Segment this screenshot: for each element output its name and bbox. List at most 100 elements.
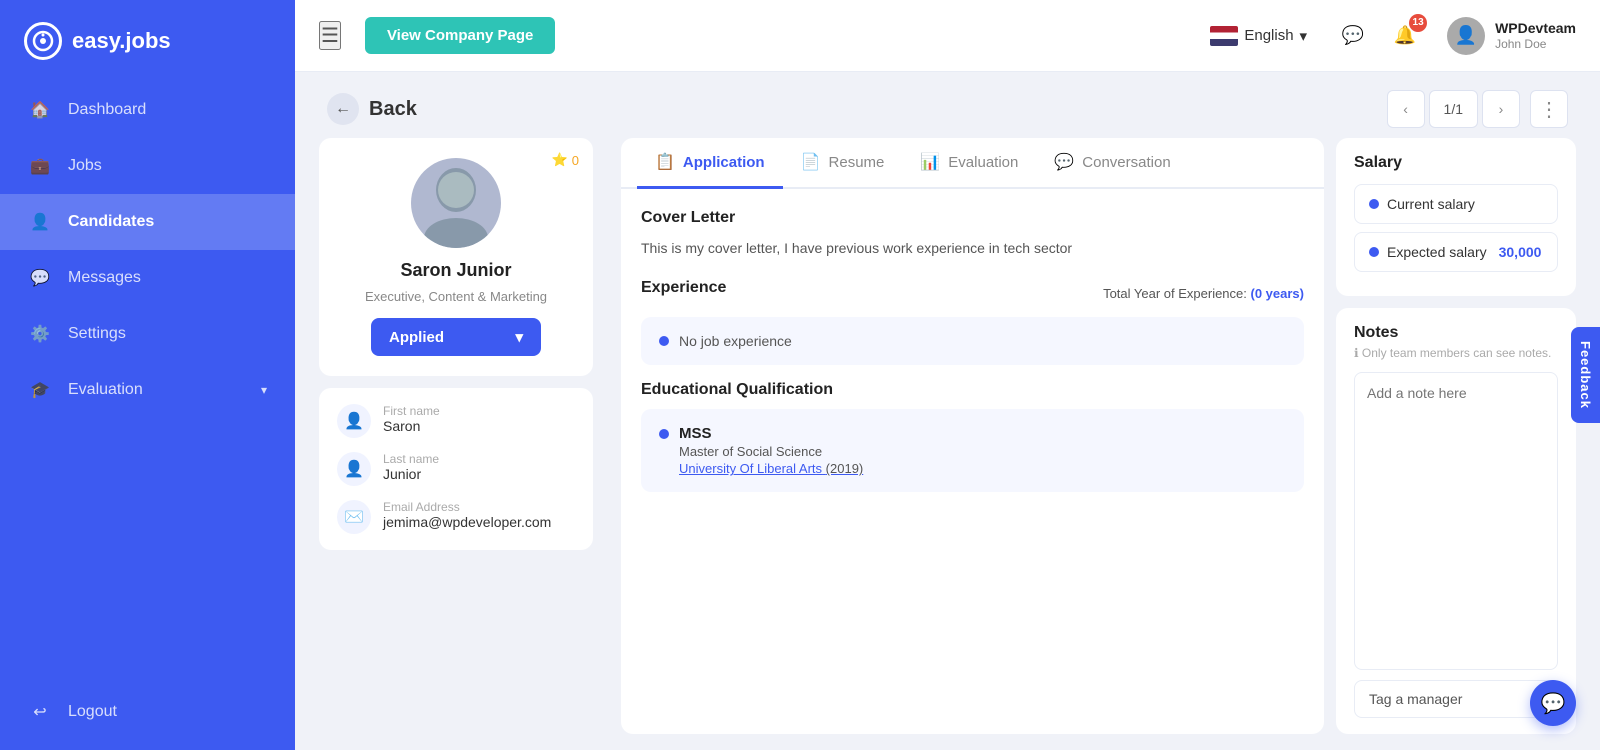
middle-panel: 📋 Application 📄 Resume 📊 Evaluation 💬 Co… (621, 138, 1324, 734)
cover-letter-title: Cover Letter (641, 209, 1304, 227)
conversation-tab-icon: 💬 (1054, 152, 1074, 172)
cover-letter-text: This is my cover letter, I have previous… (641, 237, 1304, 259)
tag-manager-row[interactable]: Tag a manager ▾ (1354, 680, 1558, 718)
tab-resume[interactable]: 📄 Resume (783, 138, 903, 189)
person-icon: 👤 (337, 404, 371, 438)
hamburger-menu-button[interactable]: ☰ (319, 21, 341, 50)
logout-label: Logout (68, 703, 117, 721)
experience-total: Total Year of Experience: (0 years) (1103, 286, 1304, 301)
chat-fab-button[interactable]: 💬 (1530, 680, 1576, 726)
right-panel: Salary Current salary Expected salary 30… (1336, 138, 1576, 734)
sidebar-label-dashboard: Dashboard (68, 101, 146, 119)
edu-year: (2019) (826, 461, 864, 476)
chat-icon: 💬 (1342, 25, 1364, 46)
flag-icon (1210, 26, 1238, 46)
notification-badge: 13 (1409, 14, 1427, 32)
salary-card: Salary Current salary Expected salary 30… (1336, 138, 1576, 296)
sidebar-label-evaluation: Evaluation (68, 381, 143, 399)
salary-title: Salary (1354, 154, 1558, 172)
logout-button[interactable]: ↩ Logout (0, 684, 295, 740)
application-tab-icon: 📋 (655, 152, 675, 172)
pagination-controls: ‹ 1/1 › ⋮ (1387, 90, 1568, 128)
experience-header: Experience Total Year of Experience: (0 … (641, 279, 1304, 307)
experience-dot (659, 336, 669, 346)
user-team: WPDevteam (1495, 19, 1576, 37)
sidebar-label-candidates: Candidates (68, 213, 154, 231)
sidebar-item-settings[interactable]: ⚙️ Settings (0, 306, 295, 362)
sidebar-item-messages[interactable]: 💬 Messages (0, 250, 295, 306)
body-row: ⭐ 0 Saron Junior Executive, Content & Ma… (295, 138, 1600, 750)
tab-evaluation-label: Evaluation (948, 154, 1018, 171)
university-link[interactable]: University Of Liberal Arts (2019) (679, 461, 863, 476)
sidebar-item-evaluation[interactable]: 🎓 Evaluation ▾ (0, 362, 295, 418)
education-box: MSS Master of Social Science University … (641, 409, 1304, 492)
tab-application[interactable]: 📋 Application (637, 138, 783, 189)
candidate-title: Executive, Content & Marketing (365, 289, 547, 304)
experience-title: Experience (641, 279, 726, 297)
star-icon: ⭐ (552, 152, 568, 168)
status-dropdown[interactable]: Applied ▾ (371, 318, 541, 356)
education-dot (659, 429, 669, 439)
language-selector[interactable]: English ▾ (1210, 26, 1307, 46)
notes-subtitle: ℹ Only team members can see notes. (1354, 346, 1558, 360)
back-button[interactable]: ← Back (327, 93, 417, 125)
logo-icon (24, 22, 62, 60)
more-options-button[interactable]: ⋮ (1530, 90, 1568, 128)
evaluation-chevron: ▾ (261, 383, 267, 397)
sidebar-item-dashboard[interactable]: 🏠 Dashboard (0, 82, 295, 138)
last-name-row: 👤 Last name Junior (337, 452, 575, 486)
notes-textarea[interactable] (1354, 372, 1558, 670)
email-label: Email Address (383, 500, 551, 514)
tag-manager-label: Tag a manager (1369, 691, 1462, 707)
first-name-info: First name Saron (383, 404, 440, 434)
star-rating[interactable]: ⭐ 0 (552, 152, 579, 168)
tabs-bar: 📋 Application 📄 Resume 📊 Evaluation 💬 Co… (621, 138, 1324, 189)
current-salary-label: Current salary (1387, 196, 1475, 212)
degree-short: MSS (679, 425, 863, 442)
topbar-icons: 💬 🔔 13 (1335, 18, 1423, 54)
next-page-button[interactable]: › (1482, 90, 1520, 128)
app-logo: easy.jobs (0, 0, 295, 82)
status-chevron-icon: ▾ (515, 328, 523, 346)
info-circle-icon: ℹ (1354, 346, 1362, 360)
tab-evaluation[interactable]: 📊 Evaluation (902, 138, 1036, 189)
candidate-info-card: 👤 First name Saron 👤 Last name Junior (319, 388, 593, 550)
evaluation-icon: 🎓 (28, 378, 52, 402)
email-icon: ✉️ (337, 500, 371, 534)
prev-page-button[interactable]: ‹ (1387, 90, 1425, 128)
candidates-icon: 👤 (28, 210, 52, 234)
education-title: Educational Qualification (641, 381, 1304, 399)
sidebar-label-jobs: Jobs (68, 157, 102, 175)
resume-tab-icon: 📄 (801, 152, 821, 172)
page-count: 1/1 (1429, 90, 1478, 128)
star-count: 0 (572, 153, 579, 168)
sidebar-item-candidates[interactable]: 👤 Candidates (0, 194, 295, 250)
user-menu[interactable]: 👤 WPDevteam John Doe (1447, 17, 1576, 55)
sidebar-item-jobs[interactable]: 💼 Jobs (0, 138, 295, 194)
main-area: ☰ View Company Page English ▾ 💬 🔔 13 👤 W… (295, 0, 1600, 750)
back-bar: ← Back ‹ 1/1 › ⋮ (295, 72, 1600, 138)
no-experience-text: No job experience (679, 333, 792, 349)
sidebar-nav: 🏠 Dashboard 💼 Jobs 👤 Candidates 💬 Messag… (0, 82, 295, 684)
status-label: Applied (389, 329, 444, 346)
expected-salary-row: Expected salary 30,000 (1354, 232, 1558, 272)
first-name-value: Saron (383, 418, 440, 434)
back-arrow-icon: ← (327, 93, 359, 125)
chat-icon-button[interactable]: 💬 (1335, 18, 1371, 54)
last-name-label: Last name (383, 452, 439, 466)
expected-salary-value: 30,000 (1499, 244, 1542, 260)
chat-fab-icon: 💬 (1541, 691, 1566, 716)
notification-bell-button[interactable]: 🔔 13 (1387, 18, 1423, 54)
education-info: MSS Master of Social Science University … (679, 425, 863, 476)
left-panel: ⭐ 0 Saron Junior Executive, Content & Ma… (319, 138, 609, 734)
settings-icon: ⚙️ (28, 322, 52, 346)
university-name: University Of Liberal Arts (679, 461, 822, 476)
candidate-card: ⭐ 0 Saron Junior Executive, Content & Ma… (319, 138, 593, 376)
total-years-label: Total Year of Experience: (1103, 286, 1247, 301)
view-company-page-button[interactable]: View Company Page (365, 17, 555, 54)
feedback-tab[interactable]: Feedback (1571, 327, 1600, 423)
email-row: ✉️ Email Address jemima@wpdeveloper.com (337, 500, 575, 534)
current-salary-dot (1369, 199, 1379, 209)
tab-conversation[interactable]: 💬 Conversation (1036, 138, 1188, 189)
jobs-icon: 💼 (28, 154, 52, 178)
